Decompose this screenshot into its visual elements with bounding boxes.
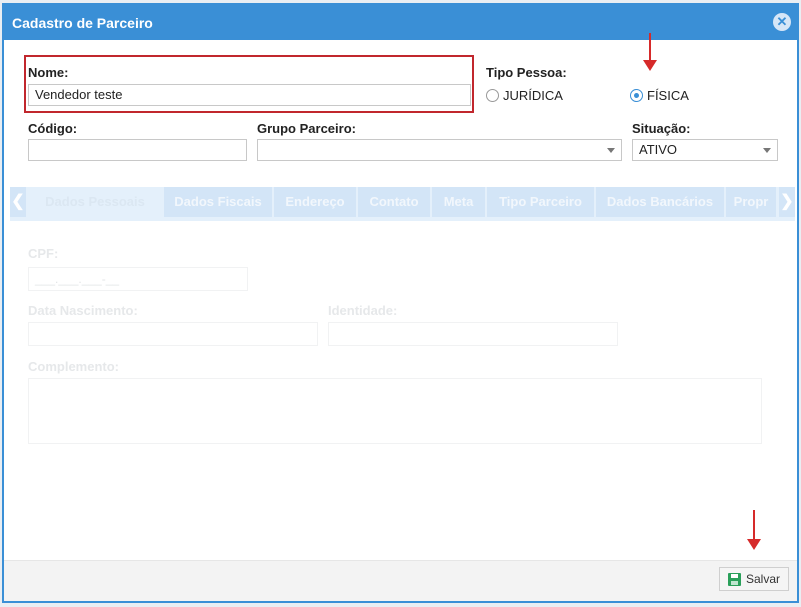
dialog-title: Cadastro de Parceiro <box>12 15 153 31</box>
radio-fisica[interactable]: FÍSICA <box>630 88 689 103</box>
codigo-label: Código: <box>28 121 78 136</box>
identidade-input[interactable] <box>328 322 618 346</box>
radio-circle <box>486 89 499 102</box>
grupo-parceiro-select[interactable] <box>257 139 622 161</box>
tab-dados-fiscais[interactable]: Dados Fiscais <box>164 187 272 217</box>
dialog-footer: Salvar <box>4 560 797 601</box>
annotation-arrow-save <box>747 510 761 550</box>
partner-dialog: Cadastro de Parceiro ✕ Nome: Vendedor te… <box>2 3 799 603</box>
cpf-label: CPF: <box>28 246 59 261</box>
radio-juridica[interactable]: JURÍDICA <box>486 88 563 103</box>
tab-dados-pessoais[interactable]: Dados Pessoais <box>28 187 162 217</box>
chevron-down-icon <box>763 148 771 153</box>
situacao-select[interactable]: ATIVO <box>632 139 778 161</box>
radio-circle-selected <box>630 89 643 102</box>
nome-input[interactable]: Vendedor teste <box>28 84 471 106</box>
tab-next-icon[interactable]: ❯ <box>779 187 795 217</box>
chevron-down-icon <box>607 148 615 153</box>
data-nascimento-label: Data Nascimento: <box>28 303 138 318</box>
save-icon <box>727 572 741 586</box>
situacao-value: ATIVO <box>639 142 678 157</box>
tab-contato[interactable]: Contato <box>358 187 430 217</box>
tab-meta[interactable]: Meta <box>432 187 485 217</box>
situacao-label: Situação: <box>632 121 691 136</box>
tab-propriedades[interactable]: Propr <box>726 187 776 217</box>
tab-tipo-parceiro[interactable]: Tipo Parceiro <box>487 187 594 217</box>
save-button[interactable]: Salvar <box>719 567 789 591</box>
nome-label: Nome: <box>28 65 69 80</box>
radio-juridica-label: JURÍDICA <box>503 88 563 103</box>
tab-dados-bancarios[interactable]: Dados Bancários <box>596 187 724 217</box>
tab-bar: ❮ Dados Pessoais Dados Fiscais Endereço … <box>10 187 795 221</box>
codigo-input[interactable] <box>28 139 247 161</box>
save-button-label: Salvar <box>745 572 780 586</box>
tab-endereco[interactable]: Endereço <box>274 187 356 217</box>
cpf-input[interactable]: ___.___.___-__ <box>28 267 248 291</box>
identidade-label: Identidade: <box>328 303 398 318</box>
tipo-pessoa-label: Tipo Pessoa: <box>486 65 567 80</box>
complemento-textarea[interactable] <box>28 378 762 444</box>
radio-fisica-label: FÍSICA <box>647 88 689 103</box>
dialog-titlebar: Cadastro de Parceiro ✕ <box>4 5 797 40</box>
grupo-parceiro-label: Grupo Parceiro: <box>257 121 356 136</box>
data-nascimento-select[interactable] <box>28 322 318 346</box>
tab-prev-icon[interactable]: ❮ <box>10 187 26 217</box>
complemento-label: Complemento: <box>28 359 119 374</box>
annotation-arrow-fisica <box>643 33 657 71</box>
close-icon[interactable]: ✕ <box>773 13 791 31</box>
